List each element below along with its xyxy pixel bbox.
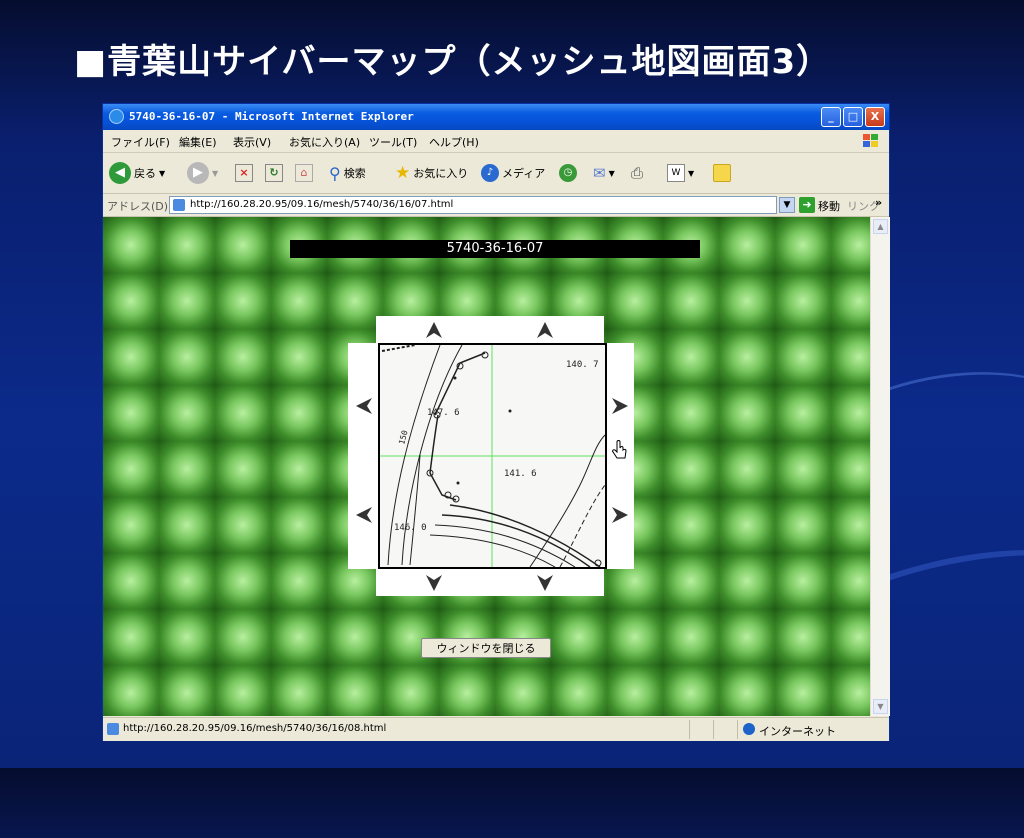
media-icon: ♪ — [481, 164, 499, 182]
title-bar[interactable]: 5740-36-16-07 - Microsoft Internet Explo… — [103, 104, 889, 130]
menu-edit[interactable]: 編集(E) — [179, 134, 217, 150]
minimize-button[interactable]: _ — [821, 107, 841, 127]
print-button[interactable]: ⎙ — [631, 161, 643, 185]
menu-bar: ファイル(F) 編集(E) 表示(V) お気に入り(A) ツール(T) ヘルプ(… — [103, 130, 889, 153]
arrow-down-icon[interactable] — [425, 574, 443, 592]
favorites-label: お気に入り — [413, 167, 469, 180]
window-title: 5740-36-16-07 - Microsoft Internet Explo… — [129, 110, 414, 123]
star-icon: ★ — [395, 163, 411, 183]
page-icon — [173, 199, 185, 211]
mesh-map-image[interactable]: 140. 7 141. 6 146. 0 147. 6 150 — [378, 343, 607, 569]
stop-button[interactable]: × — [235, 161, 253, 185]
menu-favorites[interactable]: お気に入り(A) — [289, 134, 360, 150]
scroll-up-icon[interactable]: ▲ — [873, 219, 888, 234]
scroll-down-icon[interactable]: ▼ — [873, 699, 888, 714]
stop-icon: × — [235, 164, 253, 182]
arrow-right-icon[interactable] — [611, 397, 629, 415]
go-label[interactable]: 移動 — [818, 198, 840, 214]
printer-icon: ⎙ — [631, 164, 644, 182]
nav-top-panel — [376, 316, 604, 343]
arrow-down-icon[interactable] — [536, 574, 554, 592]
chevron-down-icon: ▼ — [608, 168, 615, 178]
home-button[interactable]: ⌂ — [295, 161, 313, 185]
status-bar: http://160.28.20.95/09.16/mesh/5740/36/1… — [103, 717, 889, 741]
back-label: 戻る — [134, 167, 156, 180]
nav-bottom-panel — [376, 569, 604, 596]
status-separator — [689, 720, 690, 739]
elevation-label: 147. 6 — [427, 408, 460, 418]
home-icon: ⌂ — [295, 164, 313, 182]
favorites-button[interactable]: ★ お気に入り — [395, 161, 468, 185]
slide-title: ■青葉山サイバーマップ（メッシュ地図画面3） — [74, 42, 832, 82]
status-separator — [737, 720, 738, 739]
refresh-button[interactable]: ↻ — [265, 161, 283, 185]
edit-button[interactable]: W ▼ — [667, 161, 694, 185]
menu-view[interactable]: 表示(V) — [233, 134, 271, 150]
forward-button[interactable]: ▶ ▼ — [187, 161, 218, 185]
security-zone: インターネット — [759, 725, 836, 738]
address-input[interactable]: http://160.28.20.95/09.16/mesh/5740/36/1… — [169, 196, 777, 214]
refresh-icon: ↻ — [265, 164, 283, 182]
globe-icon — [743, 723, 755, 735]
menu-tools[interactable]: ツール(T) — [369, 134, 417, 150]
maximize-button[interactable]: □ — [843, 107, 863, 127]
page-icon — [107, 723, 119, 735]
address-bar: アドレス(D) http://160.28.20.95/09.16/mesh/5… — [103, 194, 889, 217]
chevron-down-icon: ▼ — [159, 168, 166, 178]
history-button[interactable]: ◷ — [559, 161, 577, 185]
media-label: メディア — [502, 167, 546, 180]
note-icon — [713, 164, 731, 182]
elevation-label: 140. 7 — [566, 360, 599, 370]
search-icon: ⚲ — [329, 163, 341, 183]
arrow-left-icon[interactable] — [355, 397, 373, 415]
messenger-button[interactable] — [713, 161, 731, 185]
address-url: http://160.28.20.95/09.16/mesh/5740/36/1… — [190, 199, 454, 210]
back-arrow-icon: ◀ — [109, 162, 131, 184]
word-icon: W — [667, 164, 685, 182]
chevron-down-icon: ▼ — [783, 200, 791, 210]
arrow-right-icon[interactable] — [611, 506, 629, 524]
arrow-up-icon[interactable] — [425, 321, 443, 339]
arrow-left-icon[interactable] — [355, 506, 373, 524]
go-button[interactable]: ➜ — [799, 197, 815, 213]
chevron-down-icon: ▼ — [688, 168, 695, 178]
address-label: アドレス(D) — [107, 200, 169, 213]
search-button[interactable]: ⚲ 検索 — [329, 161, 366, 185]
ie-icon — [109, 109, 124, 124]
arrow-up-icon[interactable] — [536, 321, 554, 339]
mail-button[interactable]: ✉ ▼ — [593, 161, 615, 185]
chevron-down-icon: ▼ — [212, 168, 219, 178]
forward-arrow-icon: ▶ — [187, 162, 209, 184]
vertical-scrollbar[interactable]: ▲ ▼ — [870, 217, 890, 716]
windows-logo-icon — [863, 134, 878, 147]
mail-icon: ✉ — [593, 164, 606, 182]
address-dropdown[interactable]: ▼ — [779, 197, 795, 213]
media-button[interactable]: ♪ メディア — [481, 161, 545, 185]
topographic-map: 140. 7 141. 6 146. 0 147. 6 150 — [380, 345, 605, 567]
mesh-id-header: 5740-36-16-07 — [290, 240, 700, 258]
go-arrow-icon: ➜ — [802, 198, 812, 211]
status-url: http://160.28.20.95/09.16/mesh/5740/36/1… — [123, 723, 387, 734]
menu-help[interactable]: ヘルプ(H) — [429, 134, 479, 150]
close-window-button[interactable]: X — [865, 107, 885, 127]
back-button[interactable]: ◀ 戻る ▼ — [109, 161, 165, 185]
close-window-page-button[interactable]: ウィンドウを閉じる — [421, 638, 551, 658]
elevation-label: 141. 6 — [504, 469, 537, 479]
search-label: 検索 — [343, 167, 366, 180]
hand-cursor-icon — [612, 440, 627, 459]
links-more[interactable]: » — [875, 196, 882, 209]
page-content: 5740-36-16-07 140. 7 141. 6 146. 0 147. … — [103, 217, 870, 716]
menu-file[interactable]: ファイル(F) — [111, 134, 170, 150]
elevation-label: 146. 0 — [394, 523, 427, 533]
browser-window: 5740-36-16-07 - Microsoft Internet Explo… — [102, 103, 890, 741]
toolbar: ◀ 戻る ▼ ▶ ▼ × ↻ ⌂ ⚲ 検索 ★ お気に入り ♪ メディア ◷ ✉… — [103, 153, 889, 194]
status-separator — [713, 720, 714, 739]
history-icon: ◷ — [559, 164, 577, 182]
nav-left-panel — [348, 343, 378, 569]
